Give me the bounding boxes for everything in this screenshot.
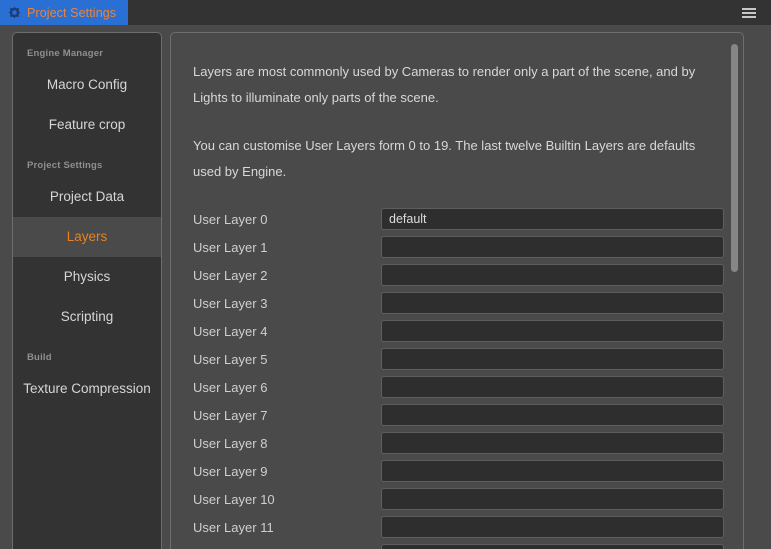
hamburger-line bbox=[742, 11, 756, 14]
user-layer-label: User Layer 3 bbox=[193, 295, 268, 311]
user-layer-row: User Layer 5 bbox=[193, 345, 724, 373]
user-layer-row: User Layer 0 bbox=[193, 205, 724, 233]
user-layer-input[interactable] bbox=[381, 236, 724, 258]
user-layer-row: User Layer 12 bbox=[193, 541, 724, 549]
sidebar-item-label: Feature crop bbox=[48, 116, 126, 132]
user-layer-input[interactable] bbox=[381, 460, 724, 482]
sidebar-item-label: Texture Compression bbox=[23, 380, 151, 396]
user-layer-row: User Layer 2 bbox=[193, 261, 724, 289]
tab-bar-spacer bbox=[128, 0, 727, 25]
user-layer-row: User Layer 4 bbox=[193, 317, 724, 345]
sidebar-section-header: Build bbox=[27, 352, 52, 363]
user-layer-row: User Layer 11 bbox=[193, 513, 724, 541]
user-layer-input[interactable] bbox=[381, 516, 724, 538]
user-layer-input[interactable] bbox=[381, 544, 724, 549]
user-layer-label: User Layer 5 bbox=[193, 351, 268, 367]
hamburger-line bbox=[742, 15, 756, 18]
layers-description-1: Layers are most commonly used by Cameras… bbox=[193, 64, 696, 105]
hamburger-line bbox=[742, 7, 756, 10]
user-layer-row: User Layer 1 bbox=[193, 233, 724, 261]
user-layer-input[interactable] bbox=[381, 320, 724, 342]
user-layer-input[interactable] bbox=[381, 488, 724, 510]
hamburger-menu-icon[interactable] bbox=[727, 0, 771, 25]
sidebar-item-label: Macro Config bbox=[46, 76, 128, 92]
sidebar-item-physics[interactable]: Physics bbox=[13, 257, 161, 297]
user-layer-label: User Layer 11 bbox=[193, 519, 274, 535]
user-layer-row: User Layer 6 bbox=[193, 373, 724, 401]
sidebar-item-label: Scripting bbox=[60, 308, 114, 324]
tab-project-settings[interactable]: Project Settings bbox=[0, 0, 129, 25]
settings-sidebar: Engine Manager Macro Config Feature crop Pr… bbox=[12, 32, 162, 549]
layers-description-2: You can customise User Layers form 0 to … bbox=[193, 138, 696, 179]
user-layer-row: User Layer 3 bbox=[193, 289, 724, 317]
sidebar-section-header: Engine Manager bbox=[27, 48, 104, 59]
user-layer-list: User Layer 0 User Layer 1 User Layer 2 User… bbox=[193, 205, 724, 549]
user-layer-label: User Layer 8 bbox=[193, 435, 268, 451]
sidebar-item-layers[interactable]: Layers bbox=[13, 217, 161, 257]
sidebar-section-header: Project Settings bbox=[27, 160, 103, 171]
user-layer-input[interactable] bbox=[381, 264, 724, 286]
sidebar-item-project-data[interactable]: Project Data bbox=[13, 177, 161, 217]
user-layer-label: User Layer 10 bbox=[193, 491, 275, 507]
user-layer-row: User Layer 7 bbox=[193, 401, 724, 429]
settings-content-panel: Layers are most commonly used by Cameras… bbox=[170, 32, 744, 549]
sidebar-item-feature-crop[interactable]: Feature crop bbox=[13, 105, 161, 145]
user-layer-input[interactable] bbox=[381, 404, 724, 426]
user-layer-label: User Layer 1 bbox=[193, 239, 268, 255]
user-layer-label: User Layer 4 bbox=[193, 323, 268, 339]
user-layer-input[interactable] bbox=[381, 208, 724, 230]
project-settings-window: Project Settings Engine Manager Macro Con… bbox=[0, 0, 771, 549]
sidebar-item-label: Physics bbox=[63, 268, 111, 284]
sidebar-item-label: Project Data bbox=[49, 188, 125, 204]
user-layer-input[interactable] bbox=[381, 348, 724, 370]
user-layer-label: User Layer 0 bbox=[193, 211, 268, 227]
sidebar-item-macro-config[interactable]: Macro Config bbox=[13, 65, 161, 105]
tab-label: Project Settings bbox=[27, 5, 117, 20]
window-tab-bar: Project Settings bbox=[0, 0, 771, 25]
user-layer-label: User Layer 7 bbox=[193, 407, 268, 423]
user-layer-label: User Layer 6 bbox=[193, 379, 268, 395]
content-scrollbar-thumb[interactable] bbox=[731, 44, 738, 272]
user-layer-row: User Layer 9 bbox=[193, 457, 724, 485]
layers-settings-page: Layers are most commonly used by Cameras… bbox=[171, 33, 743, 549]
user-layer-input[interactable] bbox=[381, 432, 724, 454]
gear-icon bbox=[8, 6, 21, 19]
sidebar-item-scripting[interactable]: Scripting bbox=[13, 297, 161, 337]
user-layer-row: User Layer 10 bbox=[193, 485, 724, 513]
content-scrollbar[interactable] bbox=[730, 39, 739, 549]
user-layer-input[interactable] bbox=[381, 292, 724, 314]
user-layer-label: User Layer 2 bbox=[193, 267, 268, 283]
window-body: Engine Manager Macro Config Feature crop Pr… bbox=[0, 25, 771, 549]
sidebar-item-label: Layers bbox=[66, 228, 108, 244]
sidebar-item-texture-compression[interactable]: Texture Compression bbox=[13, 369, 161, 409]
user-layer-label: User Layer 9 bbox=[193, 463, 268, 479]
user-layer-row: User Layer 8 bbox=[193, 429, 724, 457]
user-layer-input[interactable] bbox=[381, 376, 724, 398]
